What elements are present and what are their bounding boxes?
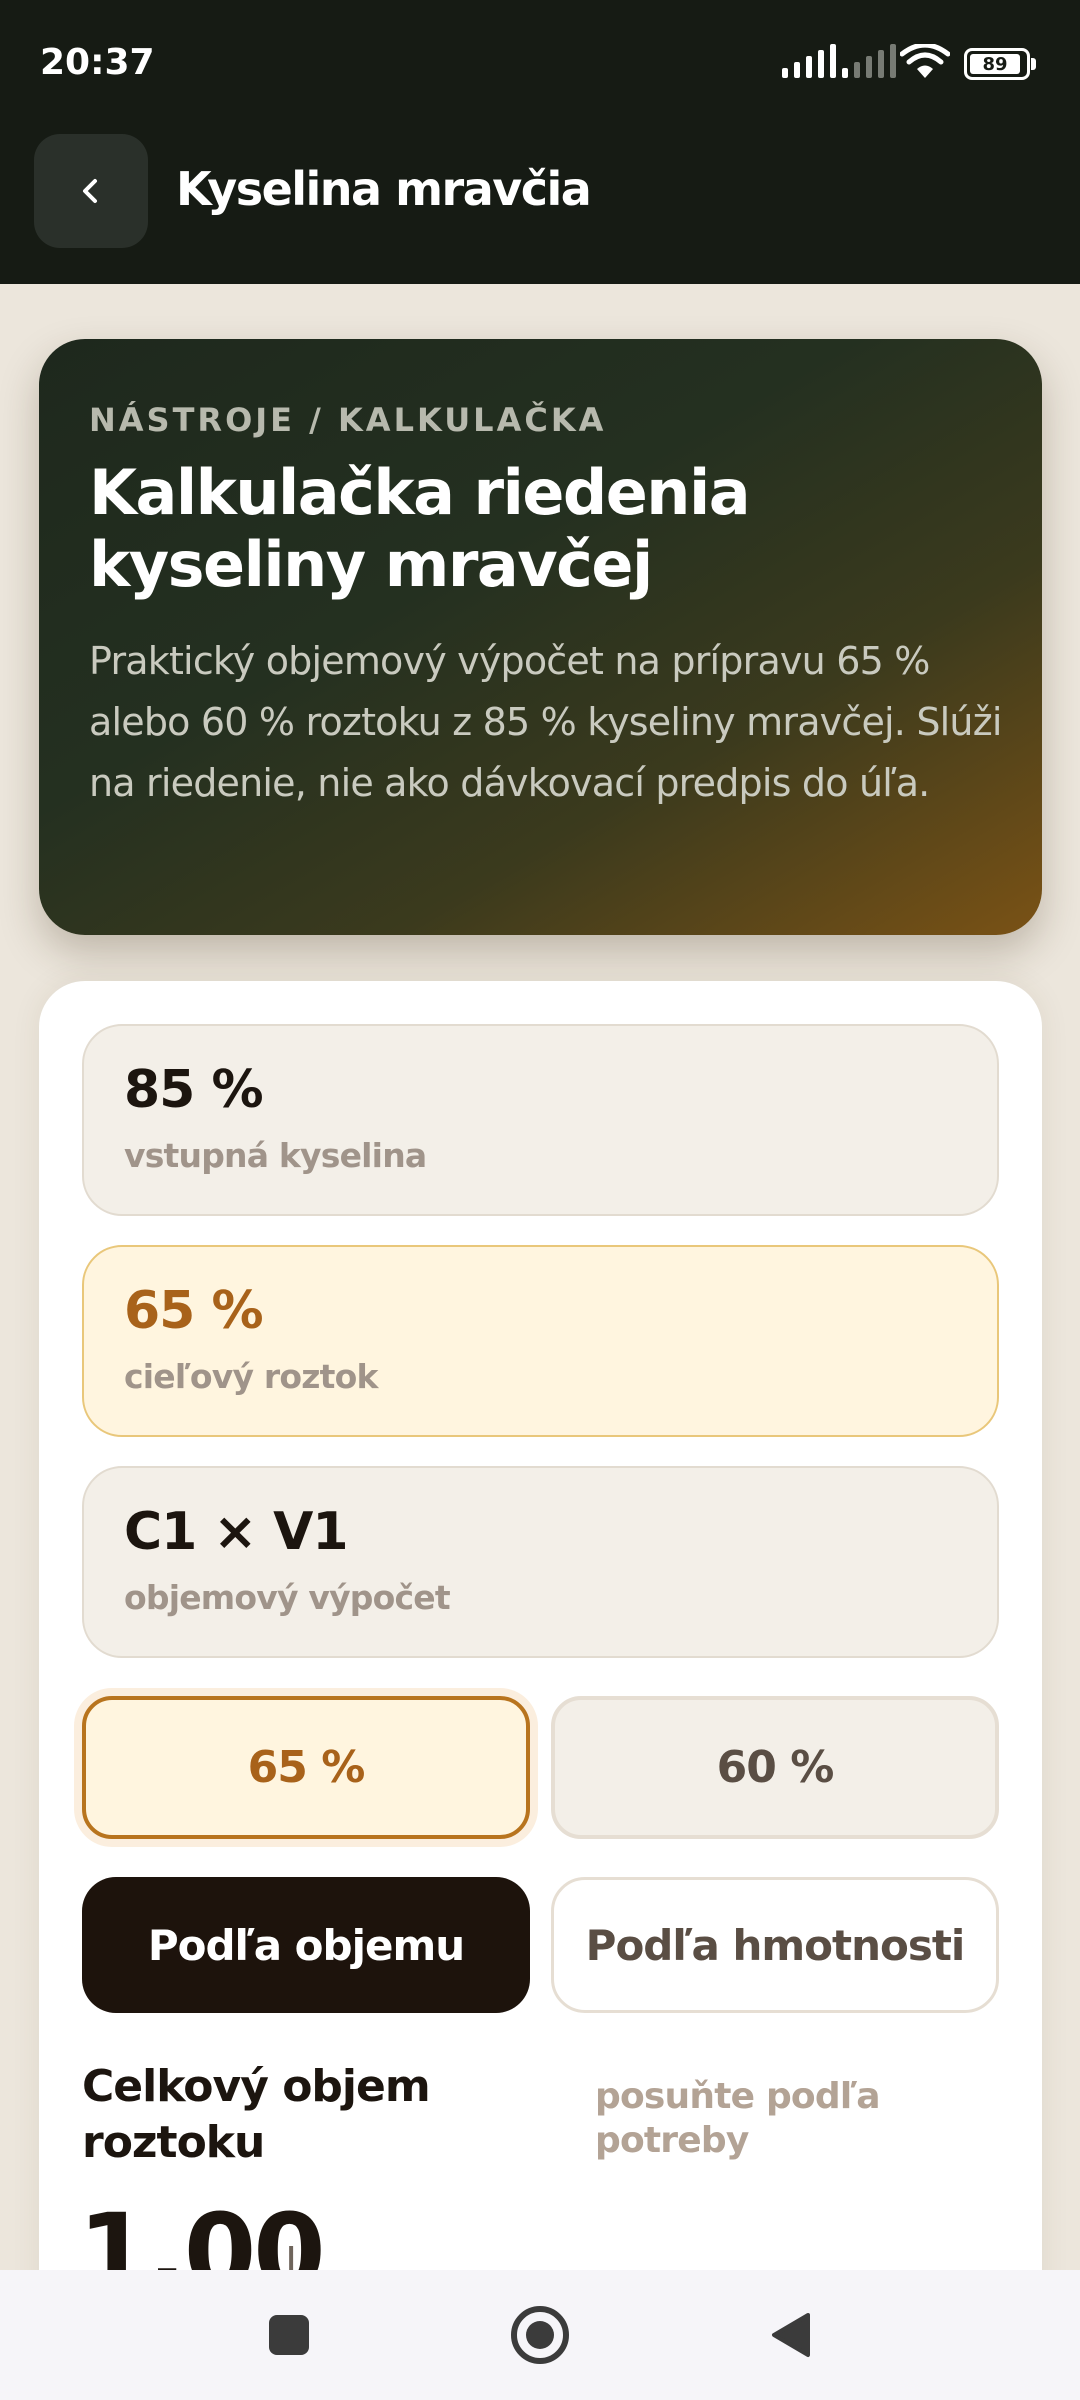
concentration-option-65[interactable]: 65 % — [82, 1696, 530, 1839]
chevron-left-icon — [83, 179, 97, 203]
hero-kicker: NÁSTROJE / KALKULAČKA — [89, 401, 607, 439]
stat-target-solution: 65 % cieľový roztok — [82, 1245, 999, 1437]
concentration-option-60[interactable]: 60 % — [551, 1696, 999, 1839]
back-nav-button[interactable] — [768, 2311, 812, 2359]
stat-label: vstupná kyselina — [124, 1136, 427, 1175]
signal-secondary-icon — [842, 44, 896, 78]
stat-input-acid: 85 % vstupná kyselina — [82, 1024, 999, 1216]
stat-label: objemový výpočet — [124, 1578, 451, 1617]
hero-title: Kalkulačka riedenia kyseliny mravčej — [89, 456, 751, 601]
back-button[interactable] — [34, 134, 148, 248]
system-nav-bar — [0, 2270, 1080, 2400]
battery-icon: 89 — [964, 48, 1036, 80]
top-bar: 20:37 89 Kyselina mravčia — [0, 0, 1080, 284]
stat-label: cieľový roztok — [124, 1357, 378, 1396]
recents-button[interactable] — [269, 2315, 309, 2355]
hero-description: Praktický objemový výpočet na prípravu 6… — [89, 639, 1002, 805]
page-title: Kyselina mravčia — [176, 162, 592, 216]
battery-level: 89 — [970, 54, 1020, 75]
home-button[interactable] — [511, 2306, 569, 2364]
stat-value: 65 % — [124, 1281, 264, 1341]
stat-volume-calc: C1 × V1 objemový výpočet — [82, 1466, 999, 1658]
volume-label: Celkový objem roztoku — [82, 2061, 431, 2168]
stat-value: 85 % — [124, 1060, 264, 1120]
mode-by-volume-button[interactable]: Podľa objemu — [82, 1877, 530, 2013]
hero-card: NÁSTROJE / KALKULAČKA Kalkulačka riedeni… — [39, 339, 1042, 935]
mode-by-weight-button[interactable]: Podľa hmotnosti — [551, 1877, 999, 2013]
signal-icon — [782, 44, 836, 78]
status-time: 20:37 — [40, 42, 155, 83]
calculator-card: 85 % vstupná kyselina 65 % cieľový rozto… — [39, 981, 1042, 2400]
stat-value: C1 × V1 — [124, 1502, 349, 1562]
status-bar: 20:37 89 — [0, 0, 1080, 130]
volume-hint: posuňte podľa potreby — [595, 2076, 881, 2161]
wifi-icon — [900, 44, 950, 78]
